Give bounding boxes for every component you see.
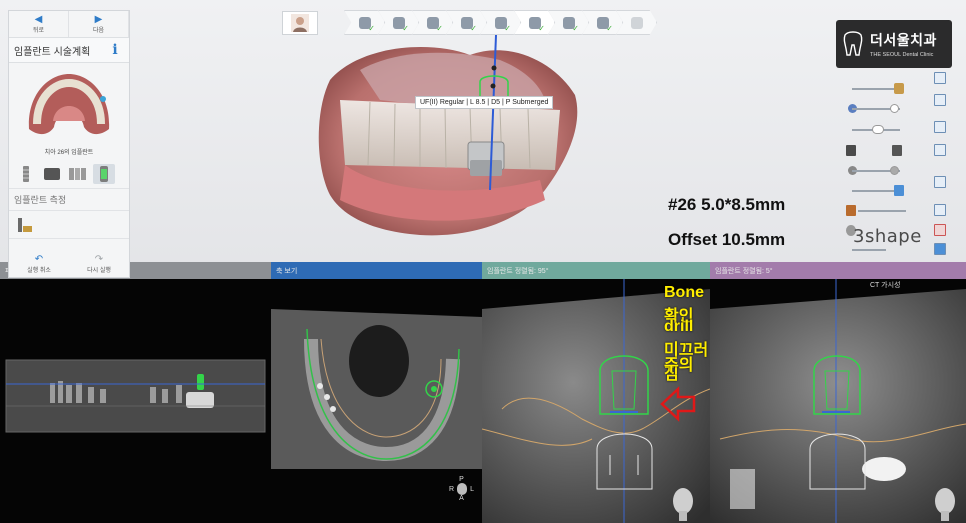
slider-row[interactable] <box>842 102 952 116</box>
check-icon: ✓ <box>606 24 613 33</box>
slider-row[interactable] <box>842 184 952 198</box>
back-button[interactable]: ◀ 뒤로 <box>9 11 69 37</box>
layer-icon[interactable] <box>934 144 946 156</box>
panel-title: 임플란트 시술계획 <box>14 46 91 58</box>
pane-title: 축 보기 <box>271 262 482 279</box>
implant-selected-icon[interactable] <box>93 164 115 184</box>
clinic-logo: 더서울치과 THE SEOUL Dental Clinic <box>836 20 952 68</box>
pane-title: 임플란트 정렬됨: 5° <box>710 262 966 279</box>
check-icon: ✓ <box>538 24 545 33</box>
screw-implant-icon[interactable] <box>15 164 37 184</box>
abutment-icon[interactable] <box>41 164 63 184</box>
brand-3shape: 3shape <box>853 226 922 247</box>
left-panel: ◀ 뒤로 ▶ 다음 임플란트 시술계획 i 치아 26의 임플란트 임플란트 측… <box>8 10 130 278</box>
model-icon <box>894 83 904 94</box>
ct-visibility-label[interactable]: CT 가시성 <box>870 280 900 290</box>
redo-label: 다시 실행 <box>87 267 111 274</box>
redo-button[interactable]: ↷ 다시 실행 <box>69 251 129 277</box>
axial-pane[interactable]: 축 보기 P R L A <box>271 262 482 523</box>
head-icon <box>935 488 955 521</box>
orient-label: P <box>459 476 464 483</box>
slider-row[interactable] <box>842 204 952 218</box>
slider-row[interactable] <box>842 123 952 137</box>
check-icon: ✓ <box>436 24 443 33</box>
redo-icon: ↷ <box>94 253 104 265</box>
measure-section-title: 임플란트 측정 <box>9 189 129 211</box>
orient-label: R <box>449 485 455 493</box>
patient-avatar-button[interactable] <box>282 11 318 35</box>
patient-face-icon <box>291 14 309 32</box>
jaw-thumbnail[interactable] <box>19 69 119 141</box>
panorama-pane[interactable]: 파노라마 <box>0 262 271 523</box>
ruler-icon <box>18 217 32 232</box>
sleeve-set-icon[interactable] <box>67 164 89 184</box>
3d-viewport[interactable]: UF(II) Regular | L 8.5 | D5 | P Submerge… <box>0 0 966 262</box>
pane-title: 임플란트 정렬됨: 95° <box>482 262 710 279</box>
cross-section-2-view[interactable] <box>710 279 966 523</box>
orient-label: L <box>470 485 474 493</box>
next-label: 다음 <box>92 27 105 34</box>
note-line-3: 주의 <box>664 357 694 374</box>
panel-title-bar: 임플란트 시술계획 i <box>9 37 129 63</box>
implant-label-tooltip: UF(II) Regular | L 8.5 | D5 | P Submerge… <box>415 96 554 109</box>
undo-button[interactable]: ↶ 실행 취소 <box>9 251 69 277</box>
arrow-right-icon: ▶ <box>94 13 103 25</box>
check-icon: ✓ <box>504 24 511 33</box>
workflow-step[interactable]: ✓ <box>344 10 385 35</box>
check-icon: ✓ <box>368 24 375 33</box>
drill-icon <box>846 205 856 216</box>
jaw-3d-model[interactable] <box>0 0 966 262</box>
ct-visibility-text: CT 가시성 <box>870 282 901 289</box>
arrow-left-icon: ◀ <box>34 13 43 25</box>
undo-icon: ↶ <box>34 253 44 265</box>
implant-small-icon <box>892 145 902 156</box>
clinic-name: 더서울치과 <box>870 32 937 48</box>
offset-annotation: Offset 10.5mm <box>668 230 786 249</box>
slider-row[interactable] <box>842 144 952 158</box>
upper-jaw-thumbnail <box>28 74 110 135</box>
slider-knob[interactable] <box>890 166 899 175</box>
check-icon: ✓ <box>470 24 477 33</box>
implant-type-row <box>9 156 129 189</box>
implant-size-annotation: #26 5.0*8.5mm <box>668 195 786 214</box>
sleeve-icon <box>894 185 904 196</box>
check-icon: ✓ <box>572 24 579 33</box>
orient-label: A <box>459 495 464 502</box>
layer-icon[interactable] <box>934 224 946 236</box>
head-icon <box>673 488 693 521</box>
cross-section-2-pane[interactable]: 임플란트 정렬됨: 5° <box>710 262 966 523</box>
layer-icon[interactable] <box>934 243 946 255</box>
panorama-view[interactable] <box>0 279 271 523</box>
thumb-caption: 치아 26의 임플란트 <box>44 150 94 156</box>
info-button[interactable]: i <box>105 40 125 60</box>
undo-label: 실행 취소 <box>27 267 51 274</box>
workflow-steps: ✓ ✓ ✓ ✓ ✓ ✓ ✓ ✓ <box>344 10 657 35</box>
slider-knob[interactable] <box>872 125 884 134</box>
layer-icon[interactable] <box>934 204 946 216</box>
back-label: 뒤로 <box>32 27 45 34</box>
measure-tool[interactable] <box>9 211 129 239</box>
tooth-logo-icon <box>843 31 863 56</box>
export-icon <box>630 16 643 29</box>
cross-section-pane[interactable]: 임플란트 정렬됨: 95° Bone 확인 drill 미끄러짐 주의 <box>482 262 710 523</box>
check-icon: ✓ <box>402 24 409 33</box>
implant-small-icon <box>846 145 856 156</box>
head-icon <box>457 483 468 495</box>
next-button[interactable]: ▶ 다음 <box>69 11 129 37</box>
slider-knob[interactable] <box>890 104 899 113</box>
clinic-subtitle: THE SEOUL Dental Clinic <box>870 52 934 58</box>
orientation-cube[interactable]: P R L A <box>449 476 474 502</box>
